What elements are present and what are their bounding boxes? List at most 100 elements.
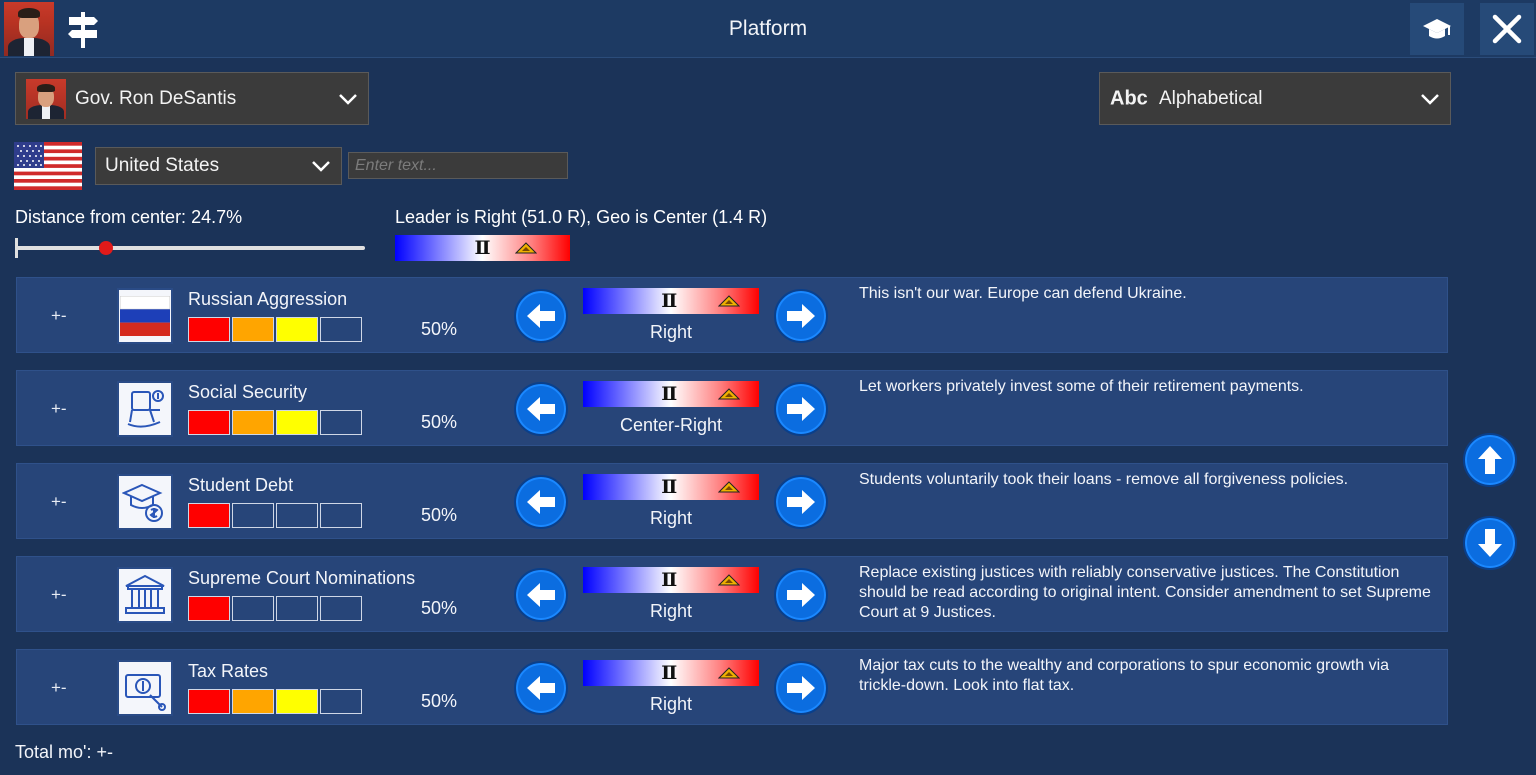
close-icon	[1492, 14, 1522, 44]
issue-percent: 50%	[421, 412, 458, 432]
importance-levels[interactable]	[188, 689, 362, 714]
country-dropdown[interactable]: United States	[95, 147, 342, 185]
plus-minus-toggle[interactable]: +-	[51, 585, 67, 605]
issue-percent: 50%	[421, 319, 458, 339]
issue-spectrum-bar: Ⅱ	[583, 288, 759, 314]
importance-level-2[interactable]	[232, 689, 274, 714]
leader-marker-icon	[718, 388, 741, 400]
distance-label: Distance from center: 24.7%	[15, 207, 243, 227]
importance-levels[interactable]	[188, 317, 362, 342]
move-right-button[interactable]	[774, 382, 828, 436]
importance-levels[interactable]	[188, 503, 362, 528]
importance-level-1[interactable]	[188, 689, 230, 714]
arrow-right-icon	[787, 583, 815, 607]
candidate-dropdown[interactable]: Gov. Ron DeSantis	[15, 72, 369, 125]
arrow-down-icon	[1478, 529, 1502, 557]
geo-marker-icon: Ⅱ	[661, 569, 678, 591]
distance-slider-track[interactable]	[15, 246, 365, 250]
arrow-right-icon	[787, 490, 815, 514]
geo-marker-icon: Ⅱ	[661, 290, 678, 312]
window-title: Platform	[728, 17, 808, 40]
issue-name: Russian Aggression	[188, 289, 348, 309]
importance-level-4[interactable]	[320, 503, 362, 528]
importance-level-3[interactable]	[276, 410, 318, 435]
scroll-up-button[interactable]	[1463, 433, 1517, 487]
importance-level-3[interactable]	[276, 689, 318, 714]
importance-level-2[interactable]	[232, 317, 274, 342]
issue-name: Social Security	[188, 382, 308, 402]
tutorial-button[interactable]	[1410, 3, 1464, 55]
arrow-left-icon	[527, 490, 555, 514]
arrow-right-icon	[787, 397, 815, 421]
plus-minus-toggle[interactable]: +-	[51, 678, 67, 698]
importance-level-1[interactable]	[188, 410, 230, 435]
move-left-button[interactable]	[514, 382, 568, 436]
issue-name: Supreme Court Nominations	[188, 568, 416, 588]
leader-marker-icon	[718, 667, 741, 679]
importance-level-3[interactable]	[276, 596, 318, 621]
importance-level-3[interactable]	[276, 503, 318, 528]
candidate-name: Gov. Ron DeSantis	[75, 87, 237, 109]
move-left-button[interactable]	[514, 568, 568, 622]
issue-name: Student Debt	[188, 475, 294, 495]
geo-marker-icon: Ⅱ	[661, 383, 678, 405]
close-button[interactable]	[1480, 3, 1534, 55]
distance-slider-knob[interactable]	[99, 241, 113, 255]
issue-spectrum-bar: Ⅱ	[583, 567, 759, 593]
chevron-down-icon	[1421, 93, 1439, 105]
importance-level-3[interactable]	[276, 317, 318, 342]
graduation-cap-icon	[1423, 19, 1451, 39]
candidate-mini-avatar	[26, 79, 66, 119]
geo-marker-icon: Ⅱ	[661, 476, 678, 498]
importance-level-2[interactable]	[232, 410, 274, 435]
geo-marker-icon: Ⅱ	[474, 237, 491, 259]
move-right-button[interactable]	[774, 289, 828, 343]
leader-marker-icon	[718, 574, 741, 586]
importance-levels[interactable]	[188, 410, 362, 435]
position-label: Center-Right	[619, 415, 723, 435]
move-left-button[interactable]	[514, 475, 568, 529]
importance-level-2[interactable]	[232, 596, 274, 621]
importance-level-4[interactable]	[320, 317, 362, 342]
arrow-left-icon	[527, 676, 555, 700]
plus-minus-toggle[interactable]: +-	[51, 492, 67, 512]
importance-level-1[interactable]	[188, 596, 230, 621]
sort-dropdown[interactable]: Abc Alphabetical	[1099, 72, 1451, 125]
leader-marker-icon	[718, 295, 741, 307]
move-right-button[interactable]	[774, 568, 828, 622]
arrow-right-icon	[787, 304, 815, 328]
importance-level-1[interactable]	[188, 317, 230, 342]
arrow-left-icon	[527, 304, 555, 328]
move-left-button[interactable]	[514, 661, 568, 715]
importance-level-4[interactable]	[320, 689, 362, 714]
leader-marker-icon	[515, 242, 538, 254]
issue-row: +- Supreme Court Nominations 50% Ⅱ Right…	[16, 556, 1448, 632]
move-right-button[interactable]	[774, 475, 828, 529]
move-right-button[interactable]	[774, 661, 828, 715]
scroll-down-button[interactable]	[1463, 516, 1517, 570]
issue-description: Major tax cuts to the wealthy and corpor…	[859, 657, 1390, 694]
abc-icon: Abc	[1110, 87, 1148, 109]
geo-marker-icon: Ⅱ	[661, 662, 678, 684]
us-flag-icon	[14, 142, 82, 190]
chevron-down-icon	[339, 93, 357, 105]
importance-levels[interactable]	[188, 596, 362, 621]
importance-level-4[interactable]	[320, 596, 362, 621]
plus-minus-toggle[interactable]: +-	[51, 399, 67, 419]
issue-row: +- Russian Aggression 50% Ⅱ Right This i…	[16, 277, 1448, 353]
importance-level-2[interactable]	[232, 503, 274, 528]
issue-row: +- Student Debt 50% Ⅱ Right Students vol…	[16, 463, 1448, 539]
issue-spectrum-bar: Ⅱ	[583, 474, 759, 500]
leader-marker-icon	[718, 481, 741, 493]
importance-level-4[interactable]	[320, 410, 362, 435]
total-mo-label: Total mo': +-	[15, 742, 113, 762]
position-label: Right	[649, 322, 693, 342]
search-input[interactable]	[348, 152, 568, 179]
position-label: Right	[649, 694, 693, 714]
russia-flag-icon	[117, 288, 173, 344]
move-left-button[interactable]	[514, 289, 568, 343]
plus-minus-toggle[interactable]: +-	[51, 306, 67, 326]
position-label: Right	[649, 601, 693, 621]
importance-level-1[interactable]	[188, 503, 230, 528]
rocking-chair-icon	[117, 381, 173, 437]
